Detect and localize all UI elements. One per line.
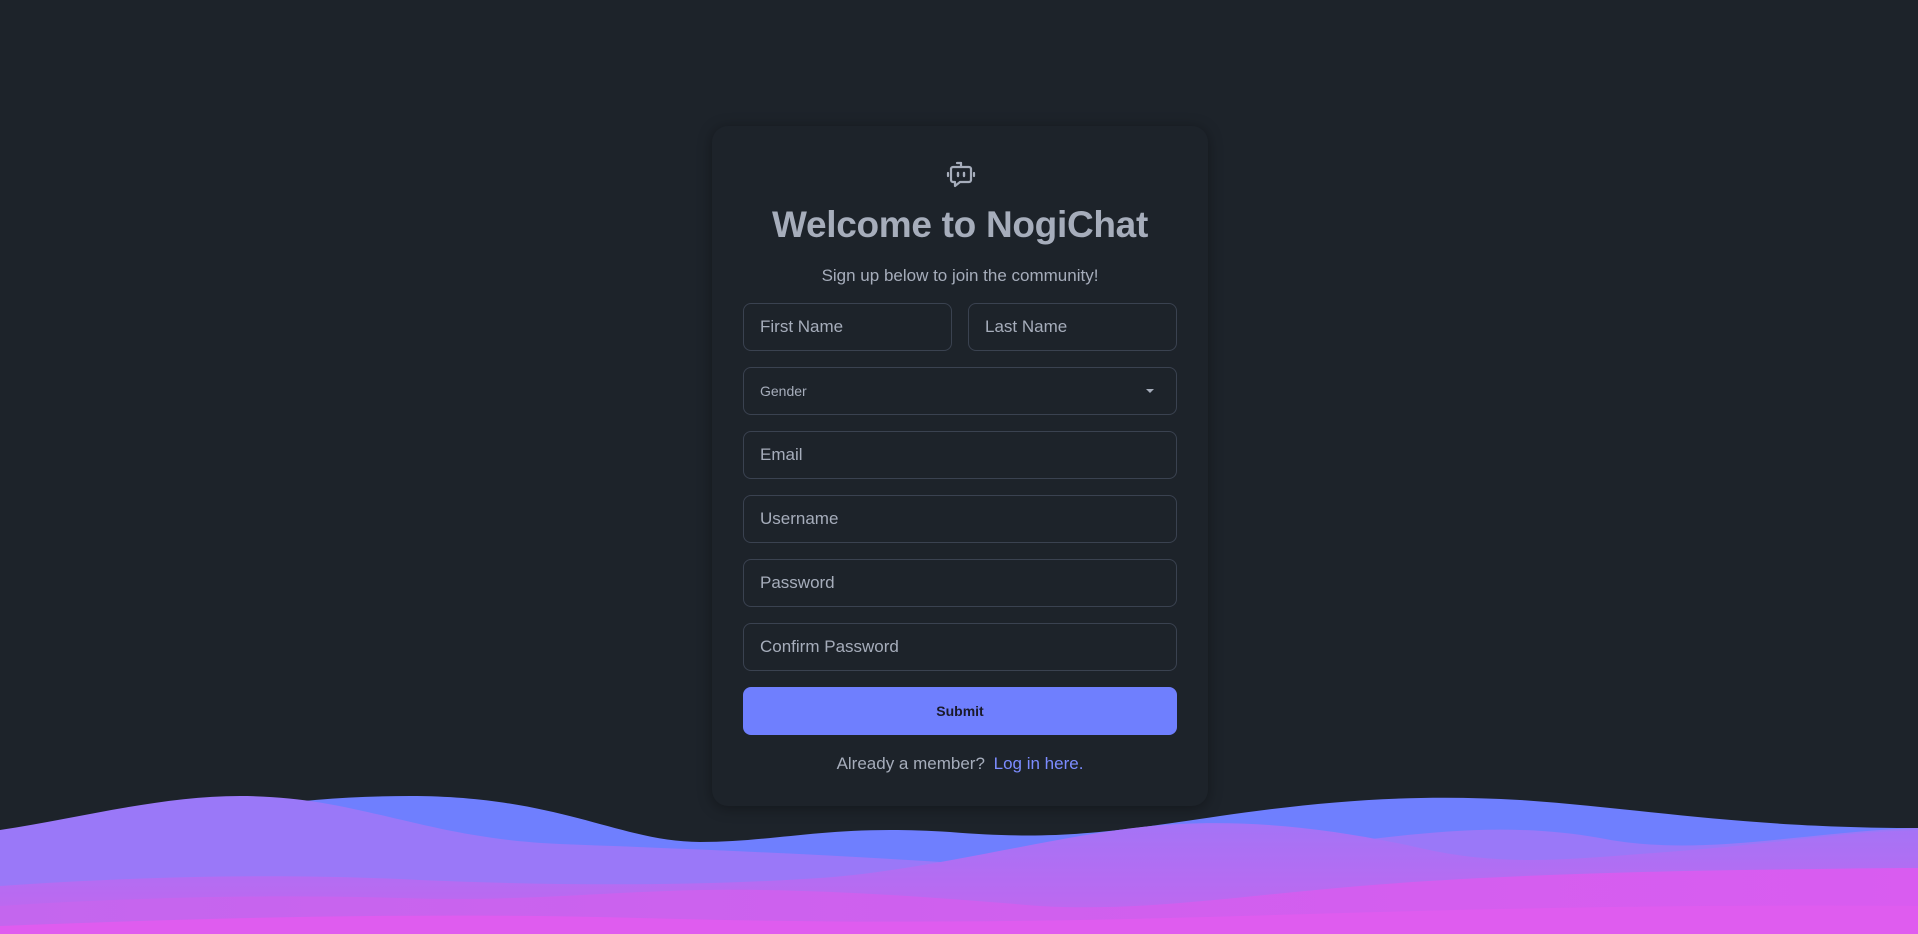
bot-icon xyxy=(946,161,976,188)
login-prompt: Already a member? Log in here. xyxy=(712,754,1208,774)
gender-select-value: Gender xyxy=(760,383,807,399)
signup-page: Welcome to NogiChat Sign up below to joi… xyxy=(0,0,1918,934)
caret-down-icon xyxy=(1146,389,1154,393)
page-title: Welcome to NogiChat xyxy=(772,204,1148,245)
last-name-input[interactable] xyxy=(968,303,1177,351)
login-prompt-text: Already a member? xyxy=(836,754,985,773)
signup-card: Welcome to NogiChat Sign up below to joi… xyxy=(712,126,1208,806)
submit-button[interactable]: Submit xyxy=(743,687,1177,735)
confirm-password-input[interactable] xyxy=(743,623,1177,671)
username-input[interactable] xyxy=(743,495,1177,543)
login-link[interactable]: Log in here. xyxy=(994,754,1084,773)
page-subtitle: Sign up below to join the community! xyxy=(821,266,1099,285)
password-input[interactable] xyxy=(743,559,1177,607)
first-name-input[interactable] xyxy=(743,303,952,351)
wave-decoration xyxy=(0,796,1918,934)
gender-select[interactable]: Gender xyxy=(743,367,1177,415)
email-input[interactable] xyxy=(743,431,1177,479)
